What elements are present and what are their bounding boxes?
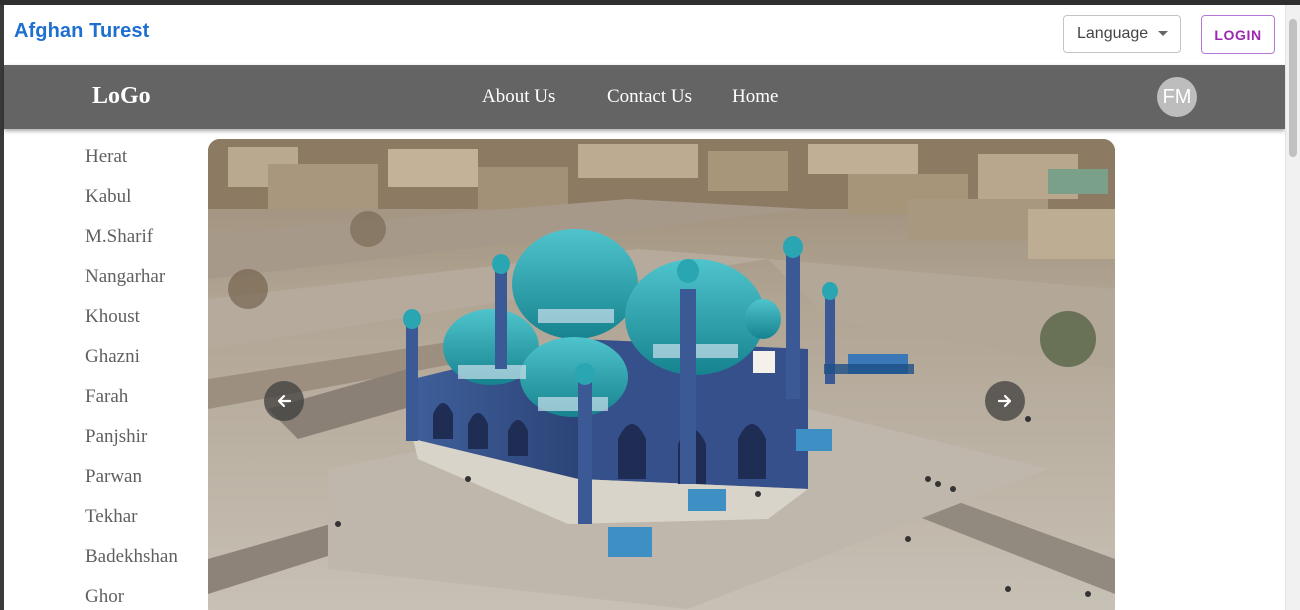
- arrow-right-icon: [997, 394, 1012, 408]
- brand-title[interactable]: Afghan Turest: [14, 20, 149, 43]
- nav-link-home[interactable]: Home: [732, 86, 778, 108]
- nav-link-contact-us[interactable]: Contact Us: [607, 86, 692, 108]
- page: Afghan Turest Language LOGIN LoGo About …: [0, 0, 1300, 610]
- language-select[interactable]: Language: [1063, 15, 1181, 53]
- carousel-prev-button[interactable]: [264, 381, 304, 421]
- sidebar-item-tekhar[interactable]: Tekhar: [85, 505, 195, 545]
- carousel-image-mosque: [208, 139, 1115, 610]
- sidebar-item-ghor[interactable]: Ghor: [85, 585, 195, 610]
- carousel-next-button[interactable]: [985, 381, 1025, 421]
- arrow-left-icon: [277, 394, 292, 408]
- login-button[interactable]: LOGIN: [1201, 15, 1275, 54]
- sidebar-item-farah[interactable]: Farah: [85, 385, 195, 425]
- vertical-scrollbar[interactable]: [1285, 5, 1300, 610]
- sidebar-item-m-sharif[interactable]: M.Sharif: [85, 225, 195, 265]
- sidebar-item-panjshir[interactable]: Panjshir: [85, 425, 195, 465]
- nav-bar: LoGo About Us Contact Us Home FM: [4, 65, 1285, 129]
- scrollbar-thumb[interactable]: [1289, 19, 1297, 157]
- sidebar-item-nangarhar[interactable]: Nangarhar: [85, 265, 195, 305]
- nav-link-about-us[interactable]: About Us: [482, 86, 555, 108]
- app-bar: Afghan Turest Language LOGIN: [4, 5, 1285, 65]
- language-select-label: Language: [1077, 25, 1149, 42]
- sidebar-item-parwan[interactable]: Parwan: [85, 465, 195, 505]
- province-sidebar: Herat Kabul M.Sharif Nangarhar Khoust Gh…: [85, 145, 195, 610]
- caret-down-icon: [1158, 31, 1168, 36]
- nav-logo[interactable]: LoGo: [92, 83, 151, 110]
- sidebar-item-kabul[interactable]: Kabul: [85, 185, 195, 225]
- sidebar-item-ghazni[interactable]: Ghazni: [85, 345, 195, 385]
- sidebar-item-khoust[interactable]: Khoust: [85, 305, 195, 345]
- avatar[interactable]: FM: [1157, 77, 1197, 117]
- sidebar-item-herat[interactable]: Herat: [85, 145, 195, 185]
- sidebar-item-badekhshan[interactable]: Badekhshan: [85, 545, 195, 585]
- image-carousel[interactable]: [208, 139, 1115, 610]
